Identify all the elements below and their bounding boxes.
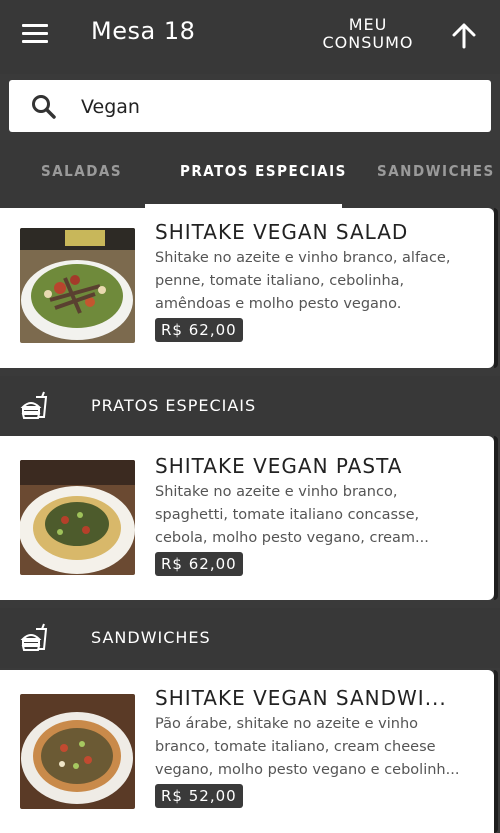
item-description: Shitake no azeite e vinho branco, spaghe…: [155, 484, 429, 546]
tab-saladas[interactable]: SALADAS: [41, 162, 122, 180]
top-bar: Mesa 18 MEU CONSUMO: [0, 0, 500, 74]
search-input[interactable]: [79, 90, 473, 124]
section-header: PRATOS ESPECIAIS: [0, 376, 500, 436]
hamburger-menu-icon[interactable]: [22, 24, 48, 44]
menu-item-card[interactable]: SHITAKE VEGAN PASTA Shitake no azeite e …: [0, 436, 498, 600]
price-badge: R$ 62,00: [155, 318, 243, 342]
item-description: Pão árabe, shitake no azeite e vinho bra…: [155, 716, 460, 778]
menu-item-card[interactable]: SHITAKE VEGAN SALAD Shitake no azeite e …: [0, 208, 498, 368]
burger-drink-icon: [20, 623, 48, 651]
food-image: [20, 694, 135, 809]
tab-sandwiches[interactable]: SANDWICHES: [377, 162, 495, 180]
tab-pratos-especiais[interactable]: PRATOS ESPECIAIS: [180, 162, 347, 180]
item-name: SHITAKE VEGAN SALAD: [155, 220, 409, 244]
arrow-up-icon[interactable]: [450, 22, 478, 50]
food-image: [20, 228, 135, 343]
category-tabs: SALADAS PRATOS ESPECIAIS SANDWICHES: [0, 140, 500, 208]
item-name: SHITAKE VEGAN SANDWI...: [155, 686, 447, 710]
section-title: SANDWICHES: [91, 628, 211, 647]
price-badge: R$ 62,00: [155, 552, 243, 576]
section-title: PRATOS ESPECIAIS: [91, 396, 257, 415]
menu-item-card[interactable]: SHITAKE VEGAN SANDWI... Pão árabe, shita…: [0, 670, 498, 833]
search-bar: [9, 80, 491, 132]
item-description: Shitake no azeite e vinho branco, alface…: [155, 250, 451, 312]
my-consumption-button[interactable]: MEU CONSUMO: [312, 16, 424, 52]
burger-drink-icon: [20, 391, 48, 419]
item-name: SHITAKE VEGAN PASTA: [155, 454, 403, 478]
search-icon[interactable]: [31, 94, 57, 120]
food-image: [20, 460, 135, 575]
price-badge: R$ 52,00: [155, 784, 243, 808]
section-header: SANDWICHES: [0, 608, 500, 668]
table-title: Mesa 18: [91, 17, 196, 45]
